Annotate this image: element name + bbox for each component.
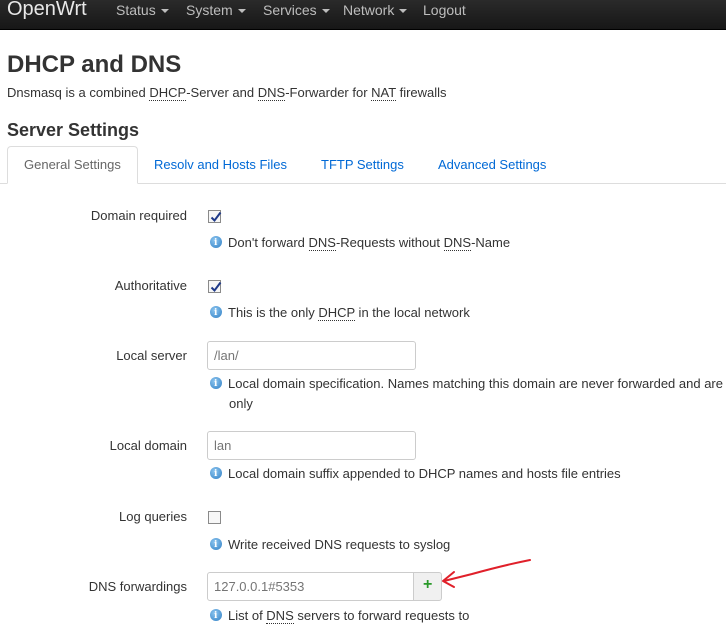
local-domain-label: Local domain [109, 438, 187, 453]
tab-general-settings[interactable]: General Settings [7, 146, 138, 184]
section-title: Server Settings [7, 120, 140, 140]
menu-system-label: System [186, 2, 233, 18]
dns-forwardings-label: DNS forwardings [88, 579, 187, 594]
desc-text: -Server and [186, 85, 258, 100]
chevron-down-icon [321, 9, 330, 14]
menu-status[interactable]: Status [116, 2, 169, 18]
red-arrow-annotation [442, 559, 531, 588]
domain-required-label: Domain required [90, 208, 187, 223]
info-icon [210, 606, 222, 626]
abbr-dhcp: DHCP [149, 85, 187, 101]
authoritative-label: Authoritative [114, 278, 187, 293]
help-text: -Requests without [335, 235, 444, 250]
settings-tabs: General Settings Resolv and Hosts Files … [0, 146, 726, 184]
tab-resolv-hosts-files[interactable]: Resolv and Hosts Files [138, 146, 303, 182]
local-domain-input[interactable] [207, 431, 416, 460]
tab-tftp-settings[interactable]: TFTP Settings [305, 146, 420, 182]
page-title: DHCP and DNS [7, 51, 182, 78]
menu-network[interactable]: Network [343, 2, 408, 18]
help-text: in the local network [354, 305, 470, 320]
log-queries-checkbox[interactable] [208, 511, 221, 524]
tab-advanced-settings[interactable]: Advanced Settings [422, 146, 562, 182]
abbr-dns: DNS [308, 235, 336, 251]
menu-network-label: Network [343, 2, 395, 18]
local-server-label: Local server [116, 348, 187, 363]
domain-required-checkbox[interactable] [208, 210, 222, 223]
checkmark-icon [210, 281, 222, 293]
authoritative-help: This is the only DHCP in the local netwo… [210, 303, 470, 323]
desc-text: firewalls [395, 85, 447, 100]
page-description: Dnsmasq is a combined DHCP-Server and DN… [7, 85, 447, 101]
help-text: List of [228, 608, 267, 623]
abbr-dns: DNS [266, 608, 294, 624]
help-text: This is the only [228, 305, 319, 320]
info-icon [210, 303, 222, 323]
help-text: -Name [471, 235, 511, 250]
help-text: Write received DNS requests to syslog [228, 537, 451, 552]
menu-status-label: Status [116, 2, 156, 18]
info-icon [210, 374, 222, 394]
abbr-dns: DNS [257, 85, 286, 101]
dns-forwardings-input[interactable] [207, 572, 416, 601]
local-server-help: Local domain specification. Names matchi… [210, 374, 723, 394]
domain-required-help: Don't forward DNS-Requests without DNS-N… [210, 233, 510, 253]
chevron-down-icon [160, 9, 169, 14]
log-queries-label: Log queries [119, 509, 187, 524]
log-queries-help: Write received DNS requests to syslog [210, 535, 450, 555]
desc-text: Dnsmasq is a combined [7, 85, 150, 100]
checkmark-icon [210, 211, 222, 223]
desc-text: -Forwarder for [285, 85, 372, 100]
logout-link[interactable]: Logout [423, 2, 466, 18]
help-text: servers to forward requests to [293, 608, 470, 623]
local-domain-help: Local domain suffix appended to DHCP nam… [210, 464, 621, 484]
brand-logo[interactable]: OpenWrt [7, 0, 87, 21]
authoritative-checkbox[interactable] [208, 280, 222, 293]
info-icon [210, 535, 222, 555]
info-icon [210, 464, 222, 484]
chevron-down-icon [399, 9, 408, 14]
local-server-input[interactable] [207, 341, 416, 370]
help-text: Don't forward [228, 235, 309, 250]
abbr-nat: NAT [371, 85, 396, 101]
help-text: Local domain suffix appended to DHCP nam… [228, 466, 621, 481]
dns-forwardings-help: List of DNS servers to forward requests … [210, 606, 469, 626]
top-navbar: OpenWrt Status System Services Network L… [0, 0, 726, 30]
chevron-down-icon [237, 9, 246, 14]
menu-system[interactable]: System [186, 2, 246, 18]
abbr-dns: DNS [443, 235, 472, 251]
info-icon [210, 233, 222, 253]
menu-services[interactable]: Services [263, 2, 330, 18]
abbr-dhcp: DHCP [318, 305, 355, 321]
menu-services-label: Services [263, 2, 317, 18]
help-text: Local domain specification. Names matchi… [228, 376, 723, 391]
local-server-help-cont: only [229, 396, 253, 411]
